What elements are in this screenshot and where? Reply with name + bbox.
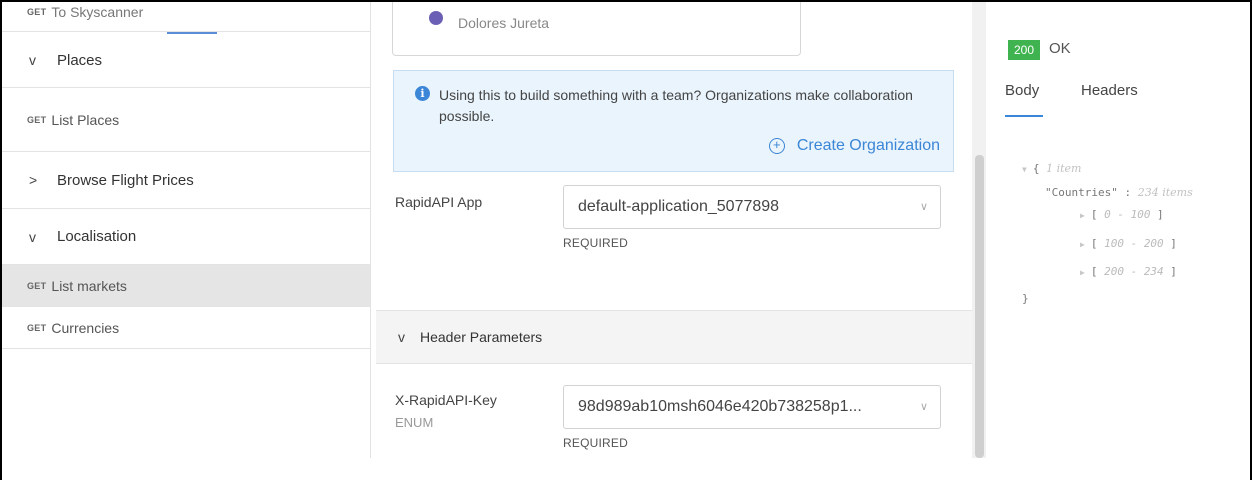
chevron-down-icon: ∨ [919, 401, 928, 413]
info-text: Using this to build something with a tea… [439, 87, 913, 124]
user-name: Dolores Jureta [458, 15, 550, 31]
json-range-row[interactable]: ▶[ 0 - 100 ] [1080, 208, 1164, 221]
required-label: REQUIRED [563, 436, 628, 450]
method-badge: GET [27, 6, 47, 17]
json-key-meta: 234 items [1137, 186, 1193, 199]
triangle-right-icon: ▶ [1080, 211, 1085, 220]
sidebar-item-to-skyscanner[interactable]: GET To Skyscanner [2, 2, 370, 32]
endpoint-sidebar: GET To Skyscanner v Places GET List Plac… [2, 2, 371, 458]
json-close-brace: } [1022, 292, 1029, 305]
required-label: REQUIRED [563, 236, 628, 250]
method-badge: GET [27, 322, 47, 333]
tab-body[interactable]: Body [1005, 82, 1039, 99]
chevron-down-icon: ∨ [919, 201, 928, 213]
tab-headers[interactable]: Headers [1081, 82, 1138, 99]
request-panel: Dolores Jureta i Using this to build som… [376, 2, 972, 458]
chevron-right-icon: > [29, 172, 38, 188]
sidebar-group-places[interactable]: v Places [2, 33, 370, 88]
sidebar-group-label: Places [57, 51, 103, 69]
triangle-right-icon: ▶ [1080, 268, 1085, 277]
json-root-meta: 1 item [1046, 162, 1082, 175]
json-range-row[interactable]: ▶[ 100 - 200 ] [1080, 237, 1177, 250]
plus-circle-icon: + [768, 138, 785, 154]
avatar [429, 11, 443, 25]
api-key-type: ENUM [395, 415, 434, 430]
sidebar-item-label: Currencies [51, 319, 120, 336]
api-key-value: 98d989ab10msh6046e420b738258p1... [578, 398, 862, 415]
json-root-line[interactable]: ▼ { 1 item [1022, 162, 1081, 175]
rapidapi-app-value: default-application_5077898 [578, 198, 780, 215]
method-badge: GET [27, 114, 47, 125]
json-key-line: "Countries" : 234 items [1045, 186, 1193, 199]
json-open-brace: { [1032, 162, 1040, 175]
status-badge: 200 [1008, 40, 1040, 60]
chevron-down-icon: v [398, 329, 405, 345]
sidebar-item-currencies[interactable]: GET Currencies [2, 307, 370, 349]
json-range: 100 - 200 [1104, 237, 1164, 250]
organization-info-box: i Using this to build something with a t… [393, 70, 954, 172]
rapidapi-app-select[interactable]: default-application_5077898 ∨ [563, 185, 941, 229]
rapidapi-app-label: RapidAPI App [395, 194, 483, 210]
active-tab-indicator [1005, 115, 1043, 117]
sidebar-item-label: List Places [51, 111, 120, 128]
api-key-label: X-RapidAPI-Key [395, 392, 497, 408]
json-key: "Countries" [1045, 186, 1118, 199]
json-range: 0 - 100 [1104, 208, 1151, 221]
chevron-down-icon: v [29, 228, 36, 245]
header-parameters-title: Header Parameters [420, 329, 543, 345]
triangle-down-icon: ▼ [1022, 165, 1027, 174]
method-badge: GET [27, 280, 47, 291]
sidebar-group-browse-flight-prices[interactable]: > Browse Flight Prices [2, 152, 370, 209]
info-icon: i [415, 86, 430, 101]
sidebar-group-label: Browse Flight Prices [57, 171, 194, 189]
sidebar-group-localisation[interactable]: v Localisation [2, 209, 370, 265]
sidebar-item-list-markets[interactable]: GET List markets [2, 265, 370, 307]
sidebar-item-label: To Skyscanner [51, 3, 144, 20]
json-range-row[interactable]: ▶[ 200 - 234 ] [1080, 265, 1177, 278]
json-range: 200 - 234 [1104, 265, 1164, 278]
sidebar-group-label: Localisation [57, 228, 137, 245]
user-card[interactable]: Dolores Jureta [392, 2, 801, 56]
json-colon: : [1124, 186, 1132, 199]
sidebar-item-label: List markets [51, 277, 127, 294]
header-parameters-section[interactable]: v Header Parameters [376, 310, 972, 364]
api-key-select[interactable]: 98d989ab10msh6046e420b738258p1... ∨ [563, 385, 941, 429]
create-organization-link[interactable]: + Create Organization [768, 137, 940, 155]
create-organization-label: Create Organization [796, 137, 940, 154]
scrollbar-thumb[interactable] [975, 155, 984, 458]
response-panel: 200 OK Body Headers ▼ { 1 item "Countries… [988, 2, 1250, 458]
chevron-down-icon: v [29, 52, 36, 68]
triangle-right-icon: ▶ [1080, 240, 1085, 249]
sidebar-item-list-places[interactable]: GET List Places [2, 88, 370, 152]
status-text: OK [1049, 40, 1071, 57]
